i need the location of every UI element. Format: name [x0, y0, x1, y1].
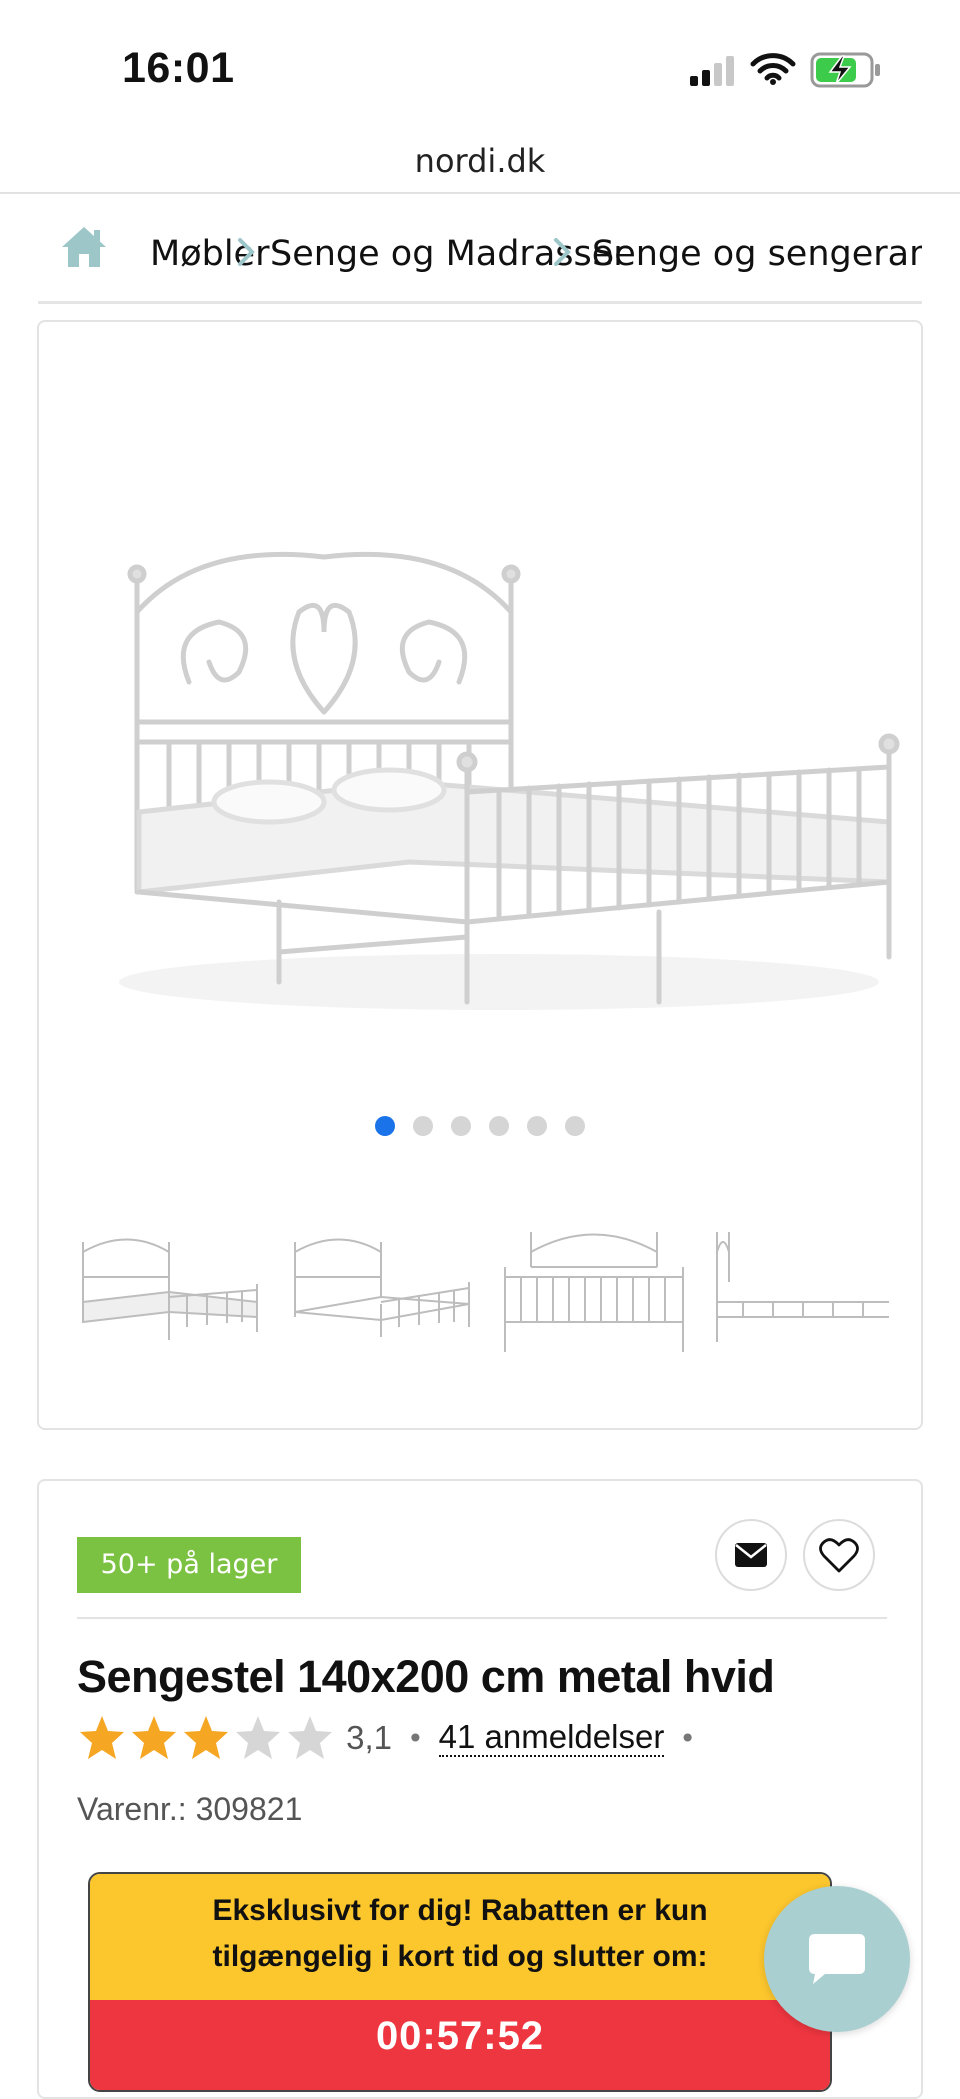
rating-value: 3,1: [346, 1719, 392, 1756]
status-time: 16:01: [122, 44, 235, 92]
chevron-right-icon: [238, 238, 255, 266]
gallery-thumbnail[interactable]: [77, 1222, 263, 1362]
battery-charging-icon: [810, 52, 880, 88]
promo-banner: Eksklusivt for dig! Rabatten er kun tilg…: [88, 1872, 832, 2092]
rating-stars: [77, 1716, 337, 1759]
breadcrumb: Møbler Senge og Madrasser Senge og senge…: [38, 214, 922, 304]
product-gallery: [37, 320, 923, 1430]
promo-line-2: tilgængelig i kort tid og slutter om:: [212, 1940, 708, 1973]
divider: [77, 1617, 887, 1619]
breadcrumb-item-senge[interactable]: Senge og sengerammer: [592, 234, 922, 274]
gallery-dot[interactable]: [451, 1116, 471, 1136]
chevron-right-icon: [554, 238, 571, 266]
home-icon[interactable]: [60, 224, 108, 270]
status-bar: 16:01: [0, 0, 960, 118]
star-icon: [236, 1716, 280, 1759]
gallery-thumbnail[interactable]: [501, 1222, 687, 1362]
promo-countdown: 00:57:52: [90, 2000, 830, 2090]
reviews-link[interactable]: 41 anmeldelser: [438, 1719, 665, 1757]
gallery-dot[interactable]: [413, 1116, 433, 1136]
promo-line-1: Eksklusivt for dig! Rabatten er kun: [212, 1894, 708, 1927]
heart-icon: [819, 1538, 859, 1573]
product-main-image[interactable]: [79, 482, 909, 1042]
gallery-dot-active[interactable]: [375, 1116, 395, 1136]
sku-value: 309821: [195, 1791, 303, 1827]
browser-url-bar[interactable]: nordi.dk: [0, 118, 960, 194]
gallery-pagination: [39, 1116, 921, 1140]
sku: Varenr.: 309821: [77, 1791, 302, 1828]
gallery-dot[interactable]: [527, 1116, 547, 1136]
wifi-icon: [750, 53, 796, 85]
star-icon: [80, 1716, 124, 1759]
separator-dot: •: [679, 1721, 696, 1755]
star-icon: [288, 1716, 332, 1759]
url-text: nordi.dk: [414, 142, 546, 180]
gallery-thumbnails: [77, 1222, 889, 1362]
signal-icon: [690, 56, 734, 86]
gallery-dot[interactable]: [489, 1116, 509, 1136]
sku-label: Varenr.:: [77, 1791, 187, 1827]
chat-bubble-icon: [809, 1934, 865, 1984]
countdown-timer: 00:57:52: [375, 2014, 545, 2058]
promo-message: Eksklusivt for dig! Rabatten er kun tilg…: [90, 1874, 830, 2000]
gallery-thumbnail[interactable]: [289, 1222, 475, 1362]
email-share-button[interactable]: [715, 1519, 787, 1591]
chat-button[interactable]: [764, 1886, 910, 2032]
product-title: Sengestel 140x200 cm metal hvid: [77, 1651, 775, 1702]
gallery-dot[interactable]: [565, 1116, 585, 1136]
rating-row: 3,1 • 41 anmeldelser •: [77, 1713, 706, 1769]
gallery-thumbnail[interactable]: [713, 1222, 889, 1362]
separator-dot: •: [407, 1721, 424, 1755]
envelope-icon: [735, 1543, 767, 1567]
star-icon: [184, 1716, 228, 1759]
wishlist-button[interactable]: [803, 1519, 875, 1591]
star-icon: [132, 1716, 176, 1759]
stock-badge: 50+ på lager: [77, 1537, 301, 1593]
